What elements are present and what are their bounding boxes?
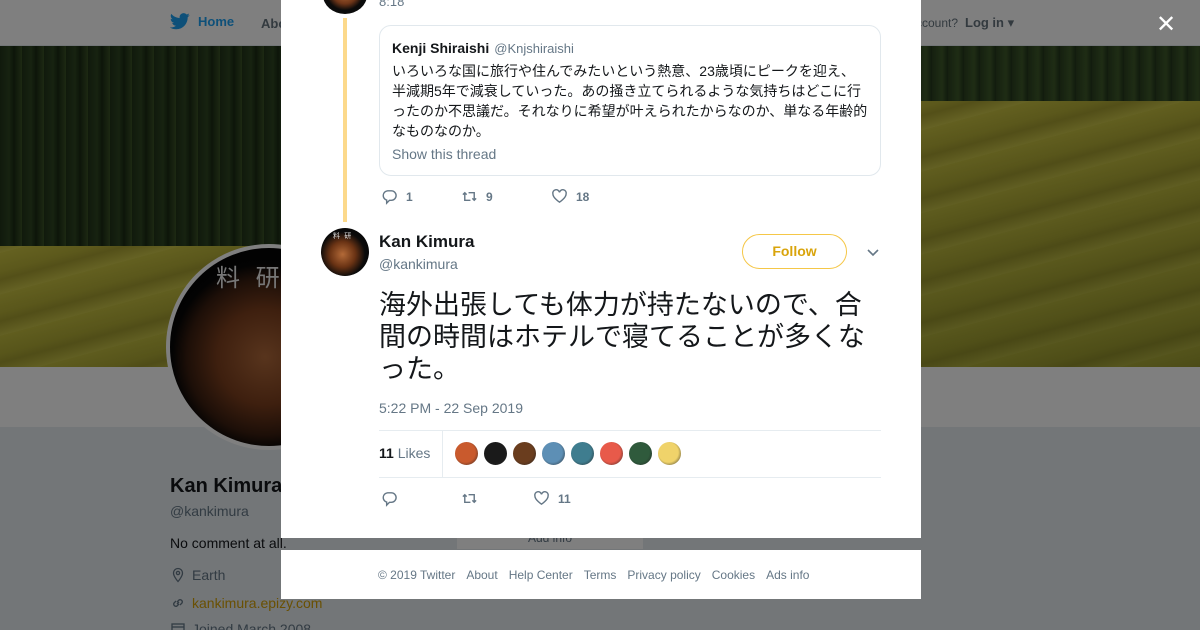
quoted-tweet-name: Kenji Shiraishi [392,40,490,56]
liker-avatar[interactable] [628,441,653,466]
like-count: 11 [558,491,571,506]
footer-about-link[interactable]: About [466,568,497,582]
retweet-button[interactable] [461,490,533,507]
liker-avatar[interactable] [570,441,595,466]
tweet-author-avatar[interactable]: 料 研 [321,228,369,276]
tweet-modal: 8:18 Kenji Shiraishi @Knjshiraishi いろいろな… [281,0,921,538]
reply-count: 1 [406,189,413,204]
retweet-count: 9 [486,189,493,204]
liker-avatar[interactable] [483,441,508,466]
retweet-icon [462,191,477,202]
close-icon[interactable]: ✕ [1153,12,1179,38]
divider [379,430,881,431]
quoted-tweet-text: いろいろな国に旅行や住んでみたいという熱意、23歳頃にピークを迎え、半減期5年で… [392,63,868,139]
reply-button[interactable]: 1 [381,188,461,205]
retweet-icon [462,493,477,504]
liker-avatar[interactable] [599,441,624,466]
modal-footer: © 2019 Twitter About Help Center Terms P… [281,550,921,599]
prev-tweet-actions: 1 9 18 [381,188,589,205]
tweet-actions: 11 [381,490,571,507]
footer-copyright: © 2019 Twitter [378,567,456,582]
chevron-down-icon[interactable] [865,244,881,260]
footer-terms-link[interactable]: Terms [584,568,617,582]
likes-stat[interactable]: 11 Likes [379,445,430,461]
likers-avatars [454,441,682,466]
liker-avatar[interactable] [541,441,566,466]
thread-line [343,18,347,222]
tweet-author-handle[interactable]: @kankimura [379,256,458,272]
footer-ads-link[interactable]: Ads info [766,568,809,582]
like-button[interactable]: 11 [533,490,571,507]
likes-stat-label: Likes [397,445,431,461]
likes-stat-count: 11 [379,445,394,461]
footer-cookies-link[interactable]: Cookies [712,568,755,582]
divider [379,477,881,478]
tweet-text: 海外出張しても体力が持たないので、合間の時間はホテルで寝てることが多くなった。 [379,290,865,384]
quoted-tweet-handle: @Knjshiraishi [494,41,574,56]
like-button[interactable]: 18 [551,188,589,205]
retweet-button[interactable]: 9 [461,188,551,205]
prev-tweet-avatar[interactable] [321,0,369,16]
liker-avatar[interactable] [454,441,479,466]
quoted-tweet[interactable]: Kenji Shiraishi @Knjshiraishi いろいろな国に旅行や… [379,25,881,176]
liker-avatar[interactable] [657,441,682,466]
follow-button[interactable]: Follow [742,234,847,269]
avatar-text: 料 研 [333,232,353,240]
like-count: 18 [576,189,590,204]
footer-help-link[interactable]: Help Center [509,568,573,582]
divider-vertical [442,431,443,477]
tweet-timestamp[interactable]: 5:22 PM - 22 Sep 2019 [379,400,523,416]
reply-icon [382,190,397,205]
footer-privacy-link[interactable]: Privacy policy [627,568,700,582]
reply-button[interactable] [381,490,461,507]
tweet-author-name[interactable]: Kan Kimura [379,232,474,252]
quoted-tweet-header: Kenji Shiraishi @Knjshiraishi [392,40,868,56]
heart-icon [552,189,567,204]
show-thread-link[interactable]: Show this thread [392,146,868,162]
liker-avatar[interactable] [512,441,537,466]
prev-tweet-time: 8:18 [379,0,405,9]
reply-icon [382,492,397,507]
heart-icon [534,491,549,506]
